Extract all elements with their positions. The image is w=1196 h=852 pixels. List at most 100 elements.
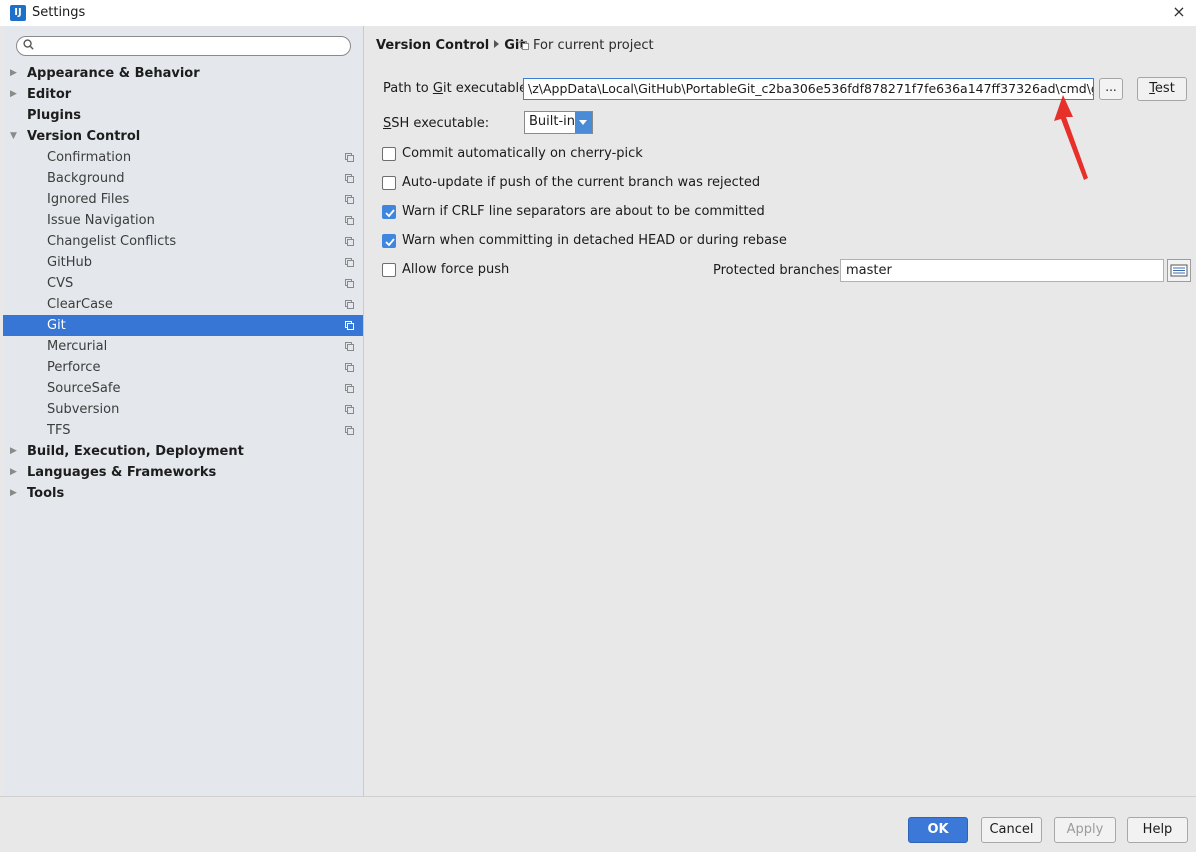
breadcrumb: Version Control Git — [376, 38, 526, 53]
sidebar-item-label: Changelist Conflicts — [47, 234, 177, 249]
sidebar-item-subversion[interactable]: Subversion — [3, 399, 363, 420]
expand-arrow-right-icon[interactable]: ▶ — [10, 483, 20, 504]
sidebar-item-tools[interactable]: ▶ Tools — [3, 483, 363, 504]
sidebar-item-label: Editor — [27, 87, 72, 102]
option-checkbox[interactable] — [382, 263, 396, 277]
sidebar-item-label: TFS — [47, 423, 71, 438]
sidebar-item-tfs[interactable]: TFS — [3, 420, 363, 441]
project-scope-icon — [345, 195, 354, 204]
expand-arrow-right-icon[interactable]: ▶ — [10, 63, 20, 84]
sidebar-item-label: Issue Navigation — [47, 213, 155, 228]
breadcrumb-separator-icon — [494, 40, 500, 48]
sidebar-item-label: Perforce — [47, 360, 101, 375]
ok-button[interactable]: OK — [908, 817, 968, 843]
intellij-icon: IJ — [10, 5, 26, 21]
sidebar-item-label: Git — [47, 318, 66, 333]
protected-branches-label: Protected branches: — [713, 263, 844, 278]
sidebar-item-mercurial[interactable]: Mercurial — [3, 336, 363, 357]
sidebar-item-ignored-files[interactable]: Ignored Files — [3, 189, 363, 210]
option-label[interactable]: Allow force push — [402, 262, 509, 277]
expand-arrow-down-icon[interactable]: ▼ — [10, 126, 20, 147]
for-current-project-label: For current project — [533, 38, 654, 53]
chevron-down-icon — [575, 112, 592, 133]
project-scope-icon — [345, 384, 354, 393]
sidebar-item-perforce[interactable]: Perforce — [3, 357, 363, 378]
test-button[interactable]: Test — [1137, 77, 1187, 101]
project-scope-icon — [345, 363, 354, 372]
project-scope-icon — [345, 426, 354, 435]
for-current-project: For current project — [520, 38, 654, 53]
sidebar-item-label: Subversion — [47, 402, 120, 417]
sidebar-item-background[interactable]: Background — [3, 168, 363, 189]
ssh-executable-select[interactable]: Built-in — [524, 111, 593, 134]
search-input[interactable] — [16, 36, 351, 56]
option-label[interactable]: Warn if CRLF line separators are about t… — [402, 204, 765, 219]
option-checkbox[interactable] — [382, 147, 396, 161]
checkmark-icon — [385, 238, 395, 247]
sidebar-item-changelist-conflicts[interactable]: Changelist Conflicts — [3, 231, 363, 252]
sidebar-item-appearance-behavior[interactable]: ▶ Appearance & Behavior — [3, 63, 363, 84]
checkmark-icon — [385, 209, 395, 218]
option-checkbox[interactable] — [382, 234, 396, 248]
sidebar-item-label: GitHub — [47, 255, 93, 270]
git-path-field[interactable]: \z\AppData\Local\GitHub\PortableGit_c2ba… — [523, 78, 1094, 100]
project-scope-icon — [345, 279, 354, 288]
option-checkbox[interactable] — [382, 176, 396, 190]
title-bar: IJ Settings × — [0, 0, 1196, 26]
sidebar-item-label: Confirmation — [47, 150, 132, 165]
option-label[interactable]: Commit automatically on cherry-pick — [402, 146, 643, 161]
sidebar-item-label: Background — [47, 171, 125, 186]
expand-arrow-right-icon[interactable]: ▶ — [10, 462, 20, 483]
sidebar-item-label: Build, Execution, Deployment — [27, 444, 244, 459]
sidebar-item-languages-frameworks[interactable]: ▶ Languages & Frameworks — [3, 462, 363, 483]
help-button[interactable]: Help — [1127, 817, 1188, 843]
sidebar-item-cvs[interactable]: CVS — [3, 273, 363, 294]
annotation-arrow-icon — [1054, 95, 1088, 180]
sidebar-item-editor[interactable]: ▶ Editor — [3, 84, 363, 105]
expand-arrow-right-icon[interactable]: ▶ — [10, 84, 20, 105]
option-checkbox[interactable] — [382, 205, 396, 219]
breadcrumb-parent: Version Control — [376, 38, 490, 53]
sidebar-item-sourcesafe[interactable]: SourceSafe — [3, 378, 363, 399]
project-scope-icon — [345, 405, 354, 414]
project-scope-icon — [345, 153, 354, 162]
sidebar-item-label: Languages & Frameworks — [27, 465, 217, 480]
option-label[interactable]: Warn when committing in detached HEAD or… — [402, 233, 787, 248]
ssh-selected-value: Built-in — [529, 114, 576, 129]
sidebar-item-label: Mercurial — [47, 339, 108, 354]
sidebar-item-clearcase[interactable]: ClearCase — [3, 294, 363, 315]
apply-button[interactable]: Apply — [1054, 817, 1116, 843]
path-label: Path to Git executable: — [383, 81, 532, 96]
project-scope-icon — [345, 342, 354, 351]
sidebar-item-issue-navigation[interactable]: Issue Navigation — [3, 210, 363, 231]
sidebar-item-label: Plugins — [27, 108, 81, 123]
project-scope-icon — [520, 41, 529, 50]
settings-sidebar: ▶ Appearance & Behavior ▶ Editor Plugins ▼ Ver… — [3, 26, 364, 796]
sidebar-item-plugins[interactable]: Plugins — [3, 105, 363, 126]
project-scope-icon — [345, 300, 354, 309]
option-label[interactable]: Auto-update if push of the current branc… — [402, 175, 760, 190]
sidebar-item-confirmation[interactable]: Confirmation — [3, 147, 363, 168]
project-scope-icon — [345, 174, 354, 183]
sidebar-item-github[interactable]: GitHub — [3, 252, 363, 273]
sidebar-item-version-control[interactable]: ▼ Version Control — [3, 126, 363, 147]
dialog-footer: OK Cancel Apply Help — [0, 796, 1196, 852]
project-scope-icon — [345, 237, 354, 246]
expand-arrow-right-icon[interactable]: ▶ — [10, 441, 20, 462]
sidebar-item-label: Ignored Files — [47, 192, 130, 207]
search-icon — [23, 39, 34, 50]
sidebar-item-label: SourceSafe — [47, 381, 121, 396]
sidebar-item-git[interactable]: Git — [3, 315, 363, 336]
sidebar-item-label: Version Control — [27, 129, 141, 144]
list-editor-icon — [1170, 264, 1188, 277]
close-button[interactable]: × — [1168, 1, 1190, 23]
cancel-button[interactable]: Cancel — [981, 817, 1042, 843]
protected-branches-field[interactable]: master — [840, 259, 1164, 282]
sidebar-item-label: ClearCase — [47, 297, 113, 312]
edit-list-button[interactable] — [1167, 259, 1191, 282]
browse-button[interactable]: ... — [1099, 78, 1123, 100]
project-scope-icon — [345, 258, 354, 267]
sidebar-item-build-execution-deployment[interactable]: ▶ Build, Execution, Deployment — [3, 441, 363, 462]
ssh-label: SSH executable: — [383, 116, 490, 131]
project-scope-icon — [345, 216, 354, 225]
